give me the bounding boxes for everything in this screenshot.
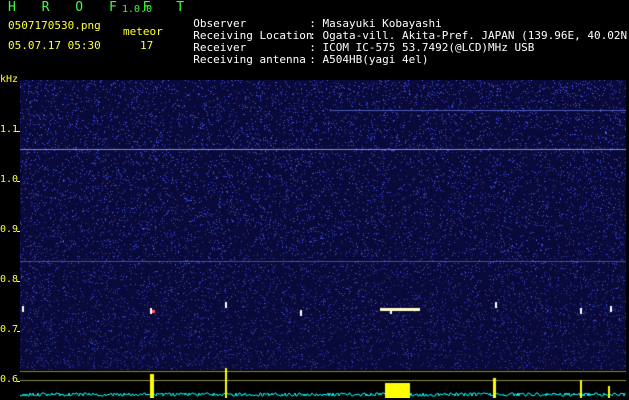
meteor-count: 17: [140, 39, 154, 52]
freq-tick-label: 0.7: [0, 324, 19, 335]
freq-tick-label: 0.9: [0, 224, 19, 235]
app-version: 1.0.0: [122, 4, 153, 15]
freq-tick-label: 1.0: [0, 174, 19, 185]
axis-unit-label: kHz: [0, 74, 19, 85]
app-brand: H R O F F T: [8, 0, 194, 15]
info-antenna: Receiving antenna: A504HB(yagi 4el): [180, 40, 428, 66]
info-value: : A504HB(yagi 4el): [309, 53, 429, 66]
freq-tick-label: 0.8: [0, 274, 19, 285]
info-key: Receiving antenna: [193, 53, 306, 66]
capture-datetime: 05.07.17 05:30: [8, 39, 101, 52]
spectrogram-canvas[interactable]: [20, 80, 626, 398]
meteor-label: meteor: [123, 25, 163, 38]
file-name: 0507170530.png: [8, 19, 101, 32]
freq-tick-label: 1.1: [0, 124, 19, 135]
freq-tick-label: 0.6: [0, 374, 19, 385]
